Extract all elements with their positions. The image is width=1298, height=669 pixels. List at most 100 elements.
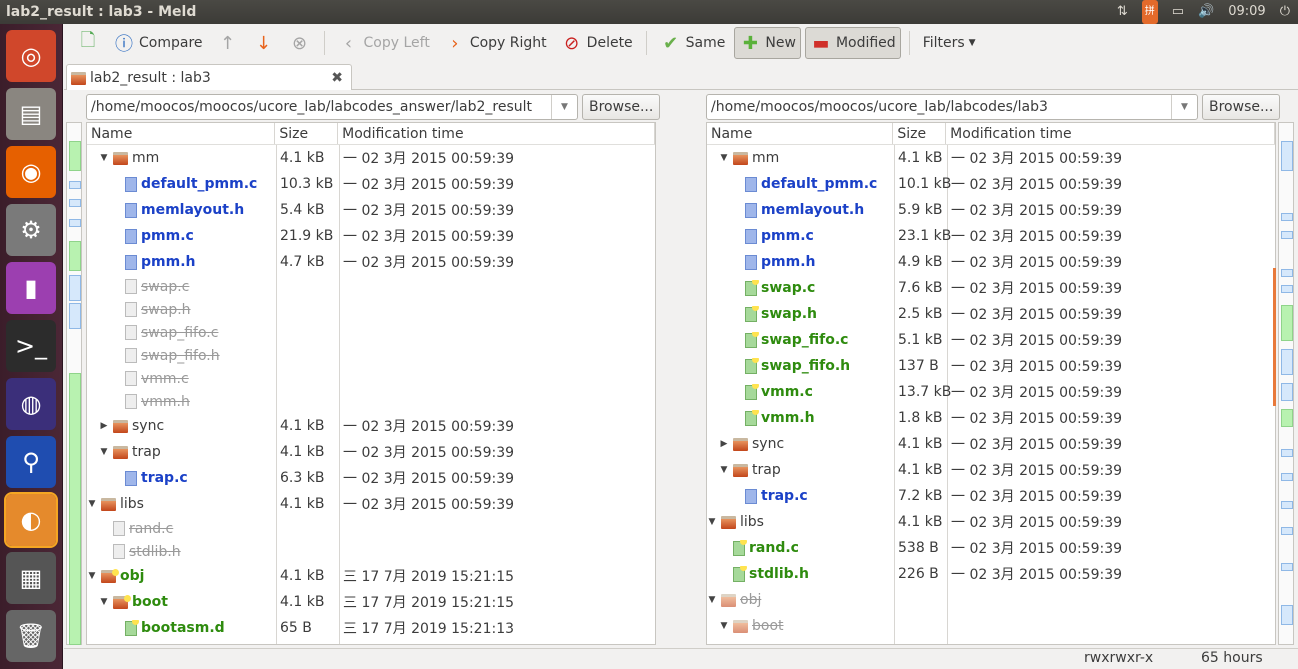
settings-icon[interactable]: ⚙: [6, 204, 56, 256]
tree-row[interactable]: swap.c 7.6 kB 一 02 3月 2015 00:59:39: [707, 275, 1275, 301]
tree-row[interactable]: stdlib.h: [87, 540, 655, 563]
modified-change-marker[interactable]: [1281, 383, 1293, 401]
previous-change-button[interactable]: ↑: [212, 27, 244, 59]
tree-row[interactable]: rand.c: [87, 517, 655, 540]
workspaces-icon[interactable]: ▦: [6, 552, 56, 604]
tree-row[interactable]: ▼ libs 4.1 kB 一 02 3月 2015 00:59:39: [707, 509, 1275, 535]
tree-row[interactable]: ▼ boot 4.1 kB 三 17 7月 2019 15:21:15: [87, 589, 655, 615]
tree-row[interactable]: swap_fifo.c: [87, 321, 655, 344]
tree-row[interactable]: swap_fifo.h 137 B 一 02 3月 2015 00:59:39: [707, 353, 1275, 379]
modified-filter-toggle[interactable]: ▬ Modified: [804, 27, 901, 59]
files-icon[interactable]: ▤: [6, 88, 56, 140]
left-path-combobox[interactable]: /home/moocos/moocos/ucore_lab/labcodes_a…: [86, 94, 578, 120]
tree-row[interactable]: ▼ obj 4.1 kB 三 17 7月 2019 15:21:15: [87, 563, 655, 589]
tree-row[interactable]: ▼ mm 4.1 kB 一 02 3月 2015 00:59:39: [87, 145, 655, 171]
right-diff-map[interactable]: [1278, 122, 1294, 645]
modified-change-marker[interactable]: [1281, 269, 1293, 277]
battery-icon[interactable]: ▭: [1172, 0, 1184, 24]
modified-change-marker[interactable]: [1281, 449, 1293, 457]
modified-change-marker[interactable]: [1281, 285, 1293, 293]
modified-change-marker[interactable]: [1281, 605, 1293, 625]
expander-arrow-icon[interactable]: ▼: [87, 499, 97, 509]
left-diff-map[interactable]: [66, 122, 82, 645]
tree-row[interactable]: vmm.c: [87, 367, 655, 390]
tree-row[interactable]: ▼ trap 4.1 kB 一 02 3月 2015 00:59:39: [87, 439, 655, 465]
meld-icon[interactable]: ◐: [4, 492, 58, 548]
eclipse-icon[interactable]: ◍: [6, 378, 56, 430]
tab-comparison[interactable]: lab2_result : lab3 ✖: [66, 64, 352, 91]
trash-icon[interactable]: 🗑: [6, 610, 56, 662]
modified-change-marker[interactable]: [1281, 473, 1293, 481]
tree-row[interactable]: bootasm.d 65 B 三 17 7月 2019 15:21:13: [87, 615, 655, 641]
modified-change-marker[interactable]: [69, 275, 81, 301]
column-header[interactable]: Size: [893, 123, 947, 144]
left-browse-button[interactable]: Browse...: [582, 94, 661, 120]
copy-left-button[interactable]: ‹ Copy Left: [333, 27, 435, 59]
new-change-marker[interactable]: [1281, 305, 1293, 341]
tree-row[interactable]: default_pmm.c 10.3 kB 一 02 3月 2015 00:59…: [87, 171, 655, 197]
modified-change-marker[interactable]: [1281, 501, 1293, 509]
tree-row[interactable]: ▼ trap 4.1 kB 一 02 3月 2015 00:59:39: [707, 457, 1275, 483]
modified-change-marker[interactable]: [69, 303, 81, 329]
tree-row[interactable]: default_pmm.c 10.1 kB 一 02 3月 2015 00:59…: [707, 171, 1275, 197]
new-change-marker[interactable]: [69, 241, 81, 271]
new-change-marker[interactable]: [1281, 409, 1293, 427]
left-file-tree[interactable]: Name Size Modification time ▼ mm 4.1 kB 一 …: [86, 122, 656, 645]
tree-row[interactable]: pmm.c 23.1 kB 一 02 3月 2015 00:59:39: [707, 223, 1275, 249]
expander-arrow-icon[interactable]: ▼: [99, 597, 109, 607]
close-tab-icon[interactable]: ✖: [331, 70, 343, 86]
expander-arrow-icon[interactable]: ▼: [87, 571, 97, 581]
modified-change-marker[interactable]: [1281, 349, 1293, 375]
compare-button[interactable]: ⓘ Compare: [108, 27, 208, 59]
volume-icon[interactable]: 🔊: [1198, 0, 1214, 24]
expander-arrow-icon[interactable]: ▶: [719, 439, 729, 449]
same-filter-toggle[interactable]: ✔ Same: [655, 27, 731, 59]
tree-row[interactable]: ▼ mm 4.1 kB 一 02 3月 2015 00:59:39: [707, 145, 1275, 171]
new-change-marker[interactable]: [69, 141, 81, 171]
tree-row[interactable]: trap.c 6.3 kB 一 02 3月 2015 00:59:39: [87, 465, 655, 491]
power-icon[interactable]: ⏻: [1280, 0, 1290, 24]
column-header[interactable]: Size: [275, 123, 339, 144]
dropdown-arrow-icon[interactable]: ▼: [1171, 95, 1197, 119]
tree-row[interactable]: ▶ sync 4.1 kB 一 02 3月 2015 00:59:39: [87, 413, 655, 439]
tree-row[interactable]: pmm.h 4.7 kB 一 02 3月 2015 00:59:39: [87, 249, 655, 275]
modified-change-marker[interactable]: [1281, 213, 1293, 221]
right-file-tree[interactable]: Name Size Modification time ▼ mm 4.1 kB 一 …: [706, 122, 1276, 645]
tree-row[interactable]: swap_fifo.h: [87, 344, 655, 367]
expander-arrow-icon[interactable]: ▼: [707, 517, 717, 527]
modified-change-marker[interactable]: [1281, 231, 1293, 239]
tree-row[interactable]: memlayout.h 5.9 kB 一 02 3月 2015 00:59:39: [707, 197, 1275, 223]
tree-row[interactable]: swap_fifo.c 5.1 kB 一 02 3月 2015 00:59:39: [707, 327, 1275, 353]
column-header[interactable]: Modification time: [338, 123, 655, 144]
delete-button[interactable]: ⊘ Delete: [556, 27, 638, 59]
wireshark-icon[interactable]: ⚲: [6, 436, 56, 488]
column-header[interactable]: Modification time: [946, 123, 1275, 144]
tree-row[interactable]: ▶ sync 4.1 kB 一 02 3月 2015 00:59:39: [707, 431, 1275, 457]
tree-row[interactable]: memlayout.h 5.4 kB 一 02 3月 2015 00:59:39: [87, 197, 655, 223]
clock[interactable]: 09:09: [1228, 0, 1265, 24]
stop-button[interactable]: ⊗: [284, 27, 316, 59]
tree-row[interactable]: swap.h 2.5 kB 一 02 3月 2015 00:59:39: [707, 301, 1275, 327]
column-header[interactable]: Name: [707, 123, 894, 144]
firefox-icon[interactable]: ◉: [6, 146, 56, 198]
terminal-icon[interactable]: >_: [6, 320, 56, 372]
right-browse-button[interactable]: Browse...: [1202, 94, 1281, 120]
filters-dropdown[interactable]: Filters ▼: [918, 27, 981, 59]
dropdown-arrow-icon[interactable]: ▼: [551, 95, 577, 119]
new-comparison-button[interactable]: 🗋: [72, 27, 104, 59]
tree-row[interactable]: vmm.h: [87, 390, 655, 413]
tree-row[interactable]: bootasm.d: [707, 639, 1275, 644]
new-filter-toggle[interactable]: ✚ New: [734, 27, 801, 59]
tree-row[interactable]: ▼ libs 4.1 kB 一 02 3月 2015 00:59:39: [87, 491, 655, 517]
modified-change-marker[interactable]: [1281, 527, 1293, 535]
tree-row[interactable]: pmm.c 21.9 kB 一 02 3月 2015 00:59:39: [87, 223, 655, 249]
ime-icon[interactable]: 拼: [1141, 0, 1158, 24]
network-icon[interactable]: ⇅: [1117, 0, 1128, 24]
expander-arrow-icon[interactable]: ▼: [719, 153, 729, 163]
column-header[interactable]: Name: [87, 123, 276, 144]
tree-row[interactable]: rand.c 538 B 一 02 3月 2015 00:59:39: [707, 535, 1275, 561]
tree-row[interactable]: ▼ boot: [707, 613, 1275, 639]
modified-change-marker[interactable]: [1281, 141, 1293, 171]
modified-change-marker[interactable]: [69, 181, 81, 189]
expander-arrow-icon[interactable]: ▼: [99, 153, 109, 163]
